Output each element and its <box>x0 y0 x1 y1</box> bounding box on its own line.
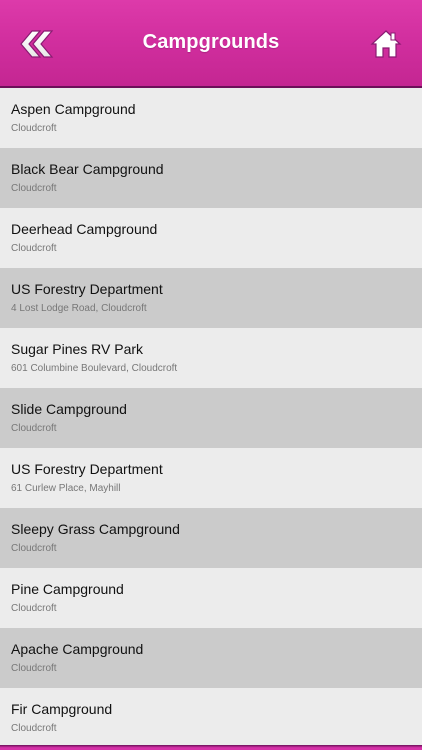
item-title: Sugar Pines RV Park <box>11 341 144 357</box>
item-subtitle: Cloudcroft <box>11 603 57 614</box>
navigation-bar: Campgrounds <box>0 0 422 88</box>
item-title: Slide Campground <box>11 401 127 417</box>
home-button[interactable] <box>370 28 402 60</box>
item-subtitle: Cloudcroft <box>11 723 57 734</box>
item-subtitle: Cloudcroft <box>11 423 57 434</box>
home-icon <box>370 30 402 58</box>
item-title: US Forestry Department <box>11 281 163 297</box>
list-item[interactable]: US Forestry Department 4 Lost Lodge Road… <box>0 268 422 328</box>
item-title: Deerhead Campground <box>11 221 158 237</box>
list-item[interactable]: Black Bear Campground Cloudcroft <box>0 148 422 208</box>
campground-list: Aspen Campground Cloudcroft Black Bear C… <box>0 88 422 746</box>
list-item[interactable]: Sugar Pines RV Park 601 Columbine Boulev… <box>0 328 422 388</box>
list-item[interactable]: Apache Campground Cloudcroft <box>0 628 422 688</box>
item-subtitle: 601 Columbine Boulevard, Cloudcroft <box>11 363 178 374</box>
list-item[interactable]: US Forestry Department 61 Curlew Place, … <box>0 448 422 508</box>
list-item[interactable]: Slide Campground Cloudcroft <box>0 388 422 448</box>
item-title: Fir Campground <box>11 701 113 717</box>
item-title: Sleepy Grass Campground <box>11 521 180 537</box>
page-title: Campgrounds <box>142 31 280 53</box>
item-title: Pine Campground <box>11 581 124 597</box>
app-screen: Campgrounds Aspen Campground Cloudcroft … <box>0 0 422 750</box>
list-item[interactable]: Fir Campground Cloudcroft <box>0 688 422 746</box>
item-subtitle: Cloudcroft <box>11 663 57 674</box>
list-item[interactable]: Sleepy Grass Campground Cloudcroft <box>0 508 422 568</box>
list-item[interactable]: Aspen Campground Cloudcroft <box>0 88 422 148</box>
item-title: US Forestry Department <box>11 461 163 477</box>
item-title: Aspen Campground <box>11 101 136 117</box>
bottom-accent-bar <box>0 745 422 750</box>
item-subtitle: Cloudcroft <box>11 123 57 134</box>
item-title: Black Bear Campground <box>11 161 164 177</box>
list-item[interactable]: Pine Campground Cloudcroft <box>0 568 422 628</box>
item-title: Apache Campground <box>11 641 144 657</box>
item-subtitle: Cloudcroft <box>11 543 57 554</box>
item-subtitle: 4 Lost Lodge Road, Cloudcroft <box>11 303 147 314</box>
list-item[interactable]: Deerhead Campground Cloudcroft <box>0 208 422 268</box>
item-subtitle: 61 Curlew Place, Mayhill <box>11 483 121 494</box>
item-subtitle: Cloudcroft <box>11 243 57 254</box>
item-subtitle: Cloudcroft <box>11 183 57 194</box>
